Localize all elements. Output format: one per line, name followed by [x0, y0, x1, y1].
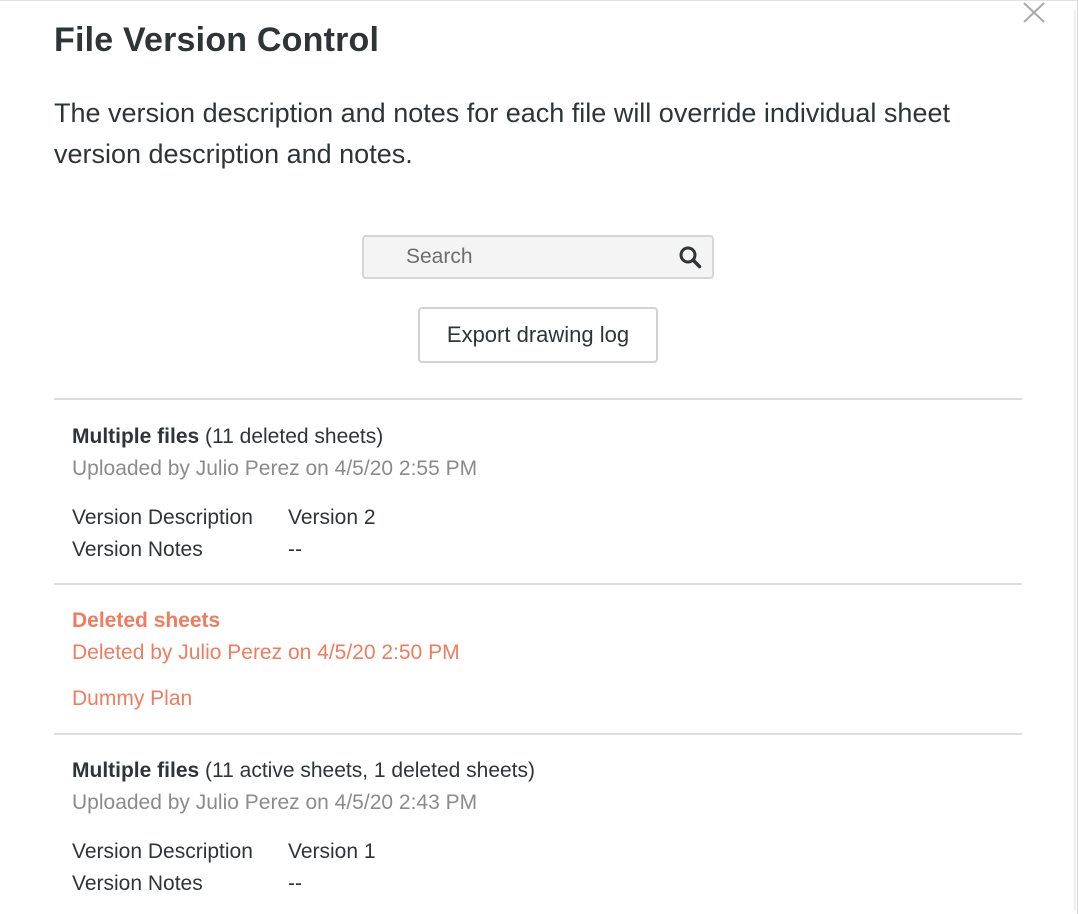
entry-sheet-count: (11 deleted sheets) [205, 425, 384, 448]
divider [54, 583, 1022, 585]
scrollbar-track[interactable] [1074, 11, 1076, 911]
divider [54, 733, 1022, 735]
entry-details: Version Description Version 2 Version No… [72, 502, 1012, 566]
close-icon [1023, 2, 1045, 23]
entry-sheet-count: (11 active sheets, 1 deleted sheets) [205, 759, 536, 782]
close-button[interactable] [1018, 1, 1048, 27]
version-entry: Multiple files (11 active sheets, 1 dele… [72, 756, 1012, 900]
version-notes-label: Version Notes [72, 538, 203, 561]
search-icon[interactable] [678, 245, 702, 269]
version-entry: Multiple files (11 deleted sheets) Uploa… [72, 422, 1012, 566]
version-description-label: Version Description [72, 506, 253, 529]
entry-header: Multiple files (11 active sheets, 1 dele… [72, 756, 1012, 786]
entry-title: Deleted sheets [72, 609, 221, 632]
version-description-row: Version Description Version 1 [72, 836, 1012, 868]
version-notes-label: Version Notes [72, 872, 203, 895]
version-notes-row: Version Notes -- [72, 868, 1012, 900]
entry-upload-info: Uploaded by Julio Perez on 4/5/20 2:43 P… [72, 791, 478, 814]
entry-deletion-info: Deleted by Julio Perez on 4/5/20 2:50 PM [72, 641, 460, 664]
version-description-value: Version 1 [288, 840, 376, 863]
modal-title: File Version Control [54, 21, 380, 59]
version-notes-value: -- [288, 538, 302, 561]
version-description-row: Version Description Version 2 [72, 502, 1012, 534]
entry-details: Version Description Version 1 Version No… [72, 836, 1012, 900]
entry-title: Multiple files [72, 759, 200, 782]
entry-title: Multiple files [72, 425, 200, 448]
entry-header: Multiple files (11 deleted sheets) [72, 422, 1012, 452]
search-box [362, 235, 714, 279]
deleted-sheets-entry: Deleted sheets Deleted by Julio Perez on… [72, 606, 1012, 714]
version-description-label: Version Description [72, 840, 253, 863]
export-drawing-log-button[interactable]: Export drawing log [418, 307, 658, 363]
modal-subtitle: The version description and notes for ea… [54, 98, 950, 169]
deleted-file-link[interactable]: Dummy Plan [72, 684, 1012, 714]
version-description-value: Version 2 [288, 506, 376, 529]
version-notes-value: -- [288, 872, 302, 895]
version-notes-row: Version Notes -- [72, 534, 1012, 566]
divider [54, 398, 1022, 400]
entry-upload-info: Uploaded by Julio Perez on 4/5/20 2:55 P… [72, 457, 478, 480]
file-version-control-modal: File Version Control The version descrip… [0, 0, 1078, 914]
search-input[interactable] [364, 237, 664, 277]
